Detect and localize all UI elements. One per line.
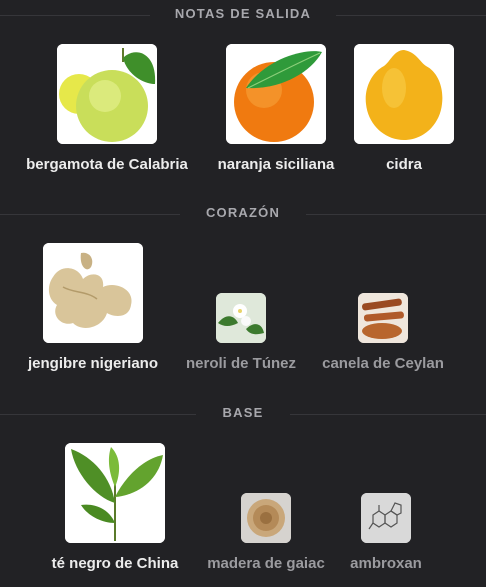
ambroxan-molecule-image[interactable] xyxy=(361,493,411,543)
note-label: té negro de China xyxy=(51,555,179,572)
neroli-image[interactable] xyxy=(216,293,266,343)
citron-image[interactable] xyxy=(354,44,454,144)
tea-leaves-image[interactable] xyxy=(65,443,165,543)
guaiac-wood-image[interactable] xyxy=(241,493,291,543)
section-header-base-notes: BASE xyxy=(0,405,486,423)
note-label: ambroxan xyxy=(350,555,422,572)
ginger-image[interactable] xyxy=(43,243,143,343)
section-title: CORAZÓN xyxy=(205,205,281,220)
note-label: cidra xyxy=(386,156,422,173)
orange-image[interactable] xyxy=(226,44,326,144)
cinnamon-image[interactable] xyxy=(358,293,408,343)
section-header-heart-notes: CORAZÓN xyxy=(0,205,486,223)
bergamot-image[interactable] xyxy=(57,44,157,144)
section-title: BASE xyxy=(222,405,264,420)
note-label: bergamota de Calabria xyxy=(26,156,188,173)
section-header-top-notes: NOTAS DE SALIDA xyxy=(0,6,486,24)
note-label: canela de Ceylan xyxy=(322,355,444,372)
section-title: NOTAS DE SALIDA xyxy=(174,6,312,21)
note-label: jengibre nigeriano xyxy=(27,355,159,372)
